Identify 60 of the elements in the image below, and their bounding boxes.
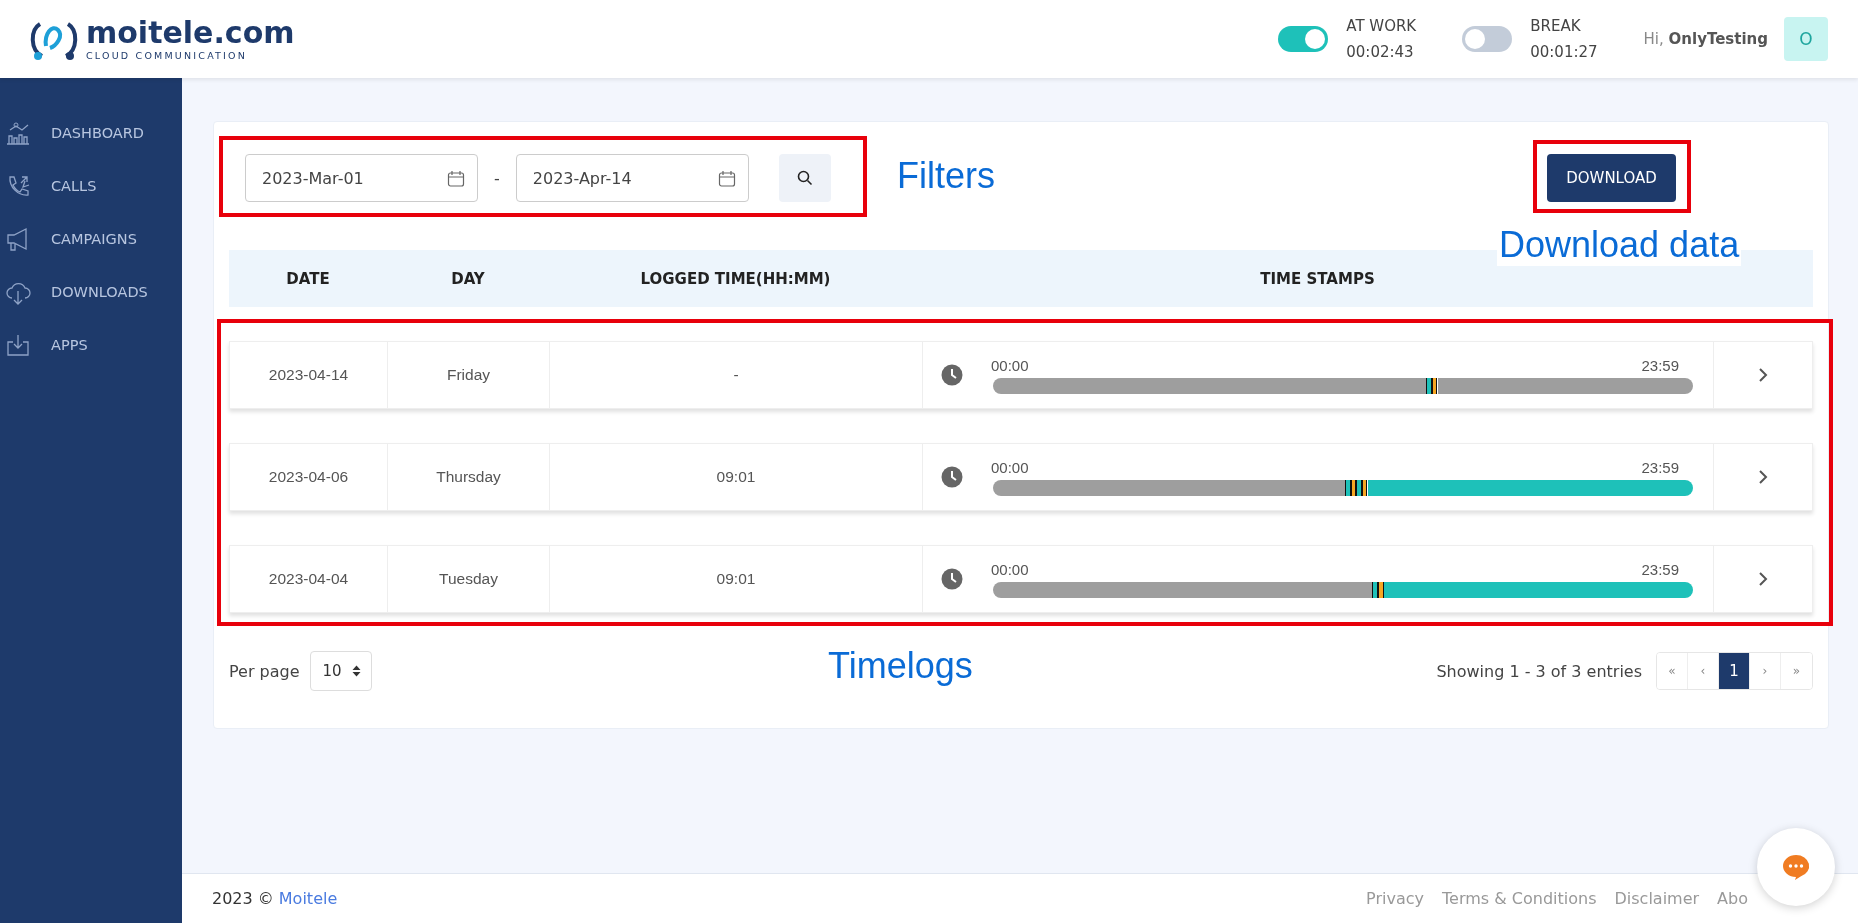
timer-value: 00:01:27 xyxy=(1530,42,1598,63)
bar-chart-icon xyxy=(5,119,31,146)
chat-bubble-icon xyxy=(1781,853,1811,881)
table-cell: 09:01 xyxy=(550,444,923,510)
per-page-label: Per page xyxy=(229,661,300,681)
page-button[interactable]: « xyxy=(1657,653,1688,689)
clock-icon xyxy=(941,466,963,488)
table-cell: - xyxy=(550,342,923,408)
timer-value: 00:02:43 xyxy=(1346,42,1415,63)
sidebar-item[interactable]: CAMPAIGNS xyxy=(0,212,182,265)
table-cell: Friday xyxy=(388,342,550,408)
start-time: 00:00 xyxy=(991,560,1029,578)
chat-button[interactable] xyxy=(1757,828,1835,906)
start-time: 00:00 xyxy=(991,458,1029,476)
start-time: 00:00 xyxy=(991,356,1029,374)
search-button[interactable] xyxy=(778,154,831,202)
column-header: TIME STAMPS xyxy=(1259,269,1376,288)
column-header: DATE xyxy=(285,269,331,288)
sidebar-item[interactable]: DASHBOARD xyxy=(0,106,182,159)
column-header: LOGGED TIME(HH:MM) xyxy=(639,269,832,288)
calendar-icon xyxy=(717,169,736,187)
chevron-right-icon xyxy=(1758,469,1768,485)
greeting-text: Hi, OnlyTesting xyxy=(1643,30,1768,48)
range-separator: - xyxy=(494,168,500,188)
entries-summary: Showing 1 - 3 of 3 entries xyxy=(1436,661,1642,681)
date-field[interactable]: 2023-Mar-01 xyxy=(245,154,478,202)
calendar-icon xyxy=(447,169,465,187)
end-time: 23:59 xyxy=(1641,458,1679,476)
logo-tagline: CLOUD COMMUNICATION xyxy=(86,49,249,61)
sort-caret-icon xyxy=(351,665,361,677)
table-cell: 2023-04-14 xyxy=(230,342,388,408)
toggle-switch[interactable] xyxy=(1278,26,1329,52)
timer-label: BREAK xyxy=(1530,16,1582,37)
end-time: 23:59 xyxy=(1641,560,1679,578)
sidebar-item[interactable]: APPS xyxy=(0,318,182,371)
chevron-right-icon xyxy=(1758,571,1768,587)
end-time: 23:59 xyxy=(1641,356,1679,374)
table-cell: 2023-04-04 xyxy=(230,546,388,612)
logo-wordmark: moitele.com xyxy=(86,17,295,48)
toggle-switch[interactable] xyxy=(1462,26,1513,52)
table-cell: 2023-04-06 xyxy=(230,444,388,510)
column-header: DAY xyxy=(450,269,486,288)
table-cell: Tuesday xyxy=(388,546,550,612)
sidebar-item[interactable]: DOWNLOADS xyxy=(0,265,182,318)
clock-icon xyxy=(941,568,963,590)
sidebar-item[interactable]: CALLS xyxy=(0,159,182,212)
chevron-right-icon xyxy=(1758,367,1768,383)
brand-link[interactable]: Moitele xyxy=(278,889,338,908)
page-button[interactable]: 1 xyxy=(1719,653,1750,689)
timer-label: AT WORK xyxy=(1346,16,1417,37)
annotation-label: Timelogs xyxy=(828,645,973,687)
table-cell: 09:01 xyxy=(550,546,923,612)
download-button[interactable]: DOWNLOAD xyxy=(1547,154,1676,202)
date-field[interactable]: 2023-Apr-14 xyxy=(515,154,749,202)
clock-icon xyxy=(941,364,963,386)
annotation-label: Filters xyxy=(897,155,995,197)
copyright-text: 2023 © xyxy=(212,889,274,908)
search-icon xyxy=(796,170,813,186)
per-page-select[interactable]: 10 xyxy=(309,651,372,691)
table-cell: Thursday xyxy=(388,444,550,510)
